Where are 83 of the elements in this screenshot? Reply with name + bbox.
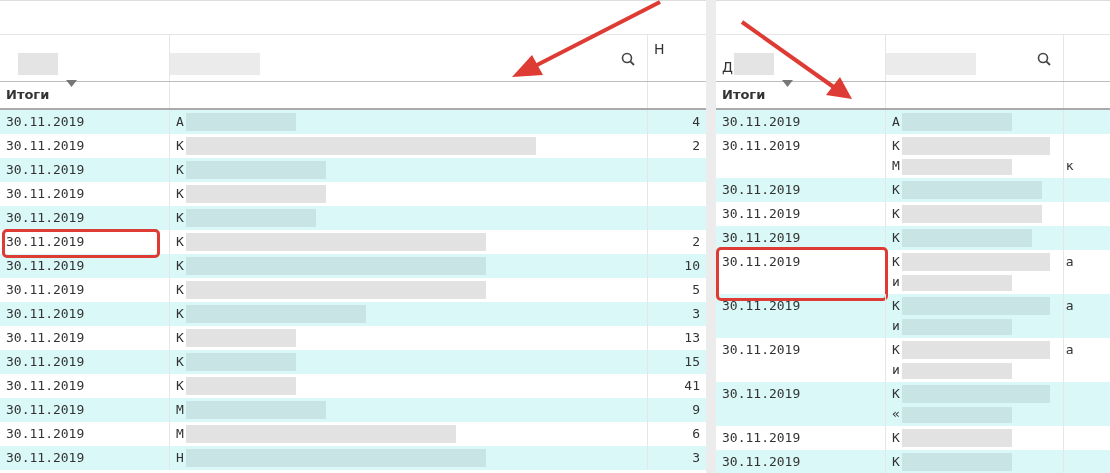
table-cell-text: и: [892, 273, 900, 291]
table-cell-text: к: [1065, 157, 1074, 175]
table-cell-text: К: [892, 341, 900, 359]
table-cell: 3: [692, 306, 700, 321]
table-cell-text: К: [176, 305, 184, 323]
table-cell: 30.11.2019: [722, 206, 801, 221]
table-cell-text: а: [1065, 341, 1074, 359]
table-cell-text: «: [892, 405, 900, 423]
table-cell-text: М: [176, 425, 184, 443]
table-cell: 30.11.2019: [722, 230, 801, 245]
table-cell-text: К: [892, 229, 900, 247]
table-cell-text: К: [892, 205, 900, 223]
table-cell: 30.11.2019: [6, 402, 85, 417]
table-cell-text: К: [176, 377, 184, 395]
sort-arrow-icon[interactable]: [66, 80, 77, 87]
table-cell: 4: [692, 114, 700, 129]
table-cell: 2: [692, 234, 700, 249]
table-cell: 30.11.2019: [6, 114, 85, 129]
table-cell: 30.11.2019: [722, 454, 801, 469]
table-cell: 30.11.2019: [722, 254, 801, 269]
table-cell: 30.11.2019: [6, 162, 85, 177]
table-cell-text: М: [892, 157, 900, 175]
table-cell-text: К: [176, 257, 184, 275]
table-cell: 30.11.2019: [6, 234, 85, 249]
sort-arrow-icon[interactable]: [782, 80, 793, 87]
table-cell-text: К: [176, 137, 184, 155]
table-cell: 5: [692, 282, 700, 297]
table-cell-text: К: [176, 353, 184, 371]
table-cell: 30.11.2019: [6, 210, 85, 225]
table-cell-text: К: [176, 209, 184, 227]
table-cell: 41: [684, 378, 700, 393]
table-cell-text: а: [1065, 297, 1074, 315]
totals-label: Итоги: [722, 86, 766, 105]
table-cell-text: К: [892, 385, 900, 403]
table-cell: 10: [684, 258, 700, 273]
table-cell-text: К: [892, 181, 900, 199]
table-cell-text: А: [892, 113, 900, 131]
table-cell: 13: [684, 330, 700, 345]
table-cell-text: К: [176, 233, 184, 251]
table-cell: 15: [684, 354, 700, 369]
totals-label: Итоги: [6, 86, 50, 105]
redaction-block: [18, 53, 58, 75]
table-cell: 30.11.2019: [722, 342, 801, 357]
table-cell: 30.11.2019: [6, 354, 85, 369]
table-cell-text: М: [176, 401, 184, 419]
table-cell-text: К: [176, 281, 184, 299]
table-cell: 30.11.2019: [722, 298, 801, 313]
table-cell: 30.11.2019: [6, 306, 85, 321]
table-cell-text: и: [892, 361, 900, 379]
search-icon[interactable]: [621, 52, 635, 66]
table-cell: 30.11.2019: [6, 138, 85, 153]
column-header[interactable]: Д: [722, 57, 733, 78]
table-cell: 30.11.2019: [6, 426, 85, 441]
table-cell: 30.11.2019: [6, 186, 85, 201]
table-cell-text: К: [892, 297, 900, 315]
table-cell-text: К: [176, 161, 184, 179]
table-cell: 30.11.2019: [6, 450, 85, 465]
redaction-block: [734, 53, 774, 75]
table-cell: 30.11.2019: [6, 282, 85, 297]
table-cell-text: а: [1065, 253, 1074, 271]
search-icon[interactable]: [1037, 52, 1051, 66]
table-cell: 30.11.2019: [722, 430, 801, 445]
table-cell-text: К: [176, 329, 184, 347]
table-cell-text: К: [892, 429, 900, 447]
table-cell-text: К: [176, 185, 184, 203]
table-cell-text: К: [892, 253, 900, 271]
table-cell-text: и: [892, 317, 900, 335]
table-cell: 30.11.2019: [6, 378, 85, 393]
table-cell: 30.11.2019: [722, 386, 801, 401]
table-cell: 6: [692, 426, 700, 441]
table-cell: 30.11.2019: [722, 182, 801, 197]
table-cell-text: Н: [176, 449, 184, 467]
table-cell-text: К: [892, 453, 900, 471]
table-cell: 30.11.2019: [722, 138, 801, 153]
table-cell: 30.11.2019: [722, 114, 801, 129]
table-cell: 30.11.2019: [6, 258, 85, 273]
table-cell-text: К: [892, 137, 900, 155]
column-header[interactable]: Н: [654, 39, 665, 60]
table-cell: 2: [692, 138, 700, 153]
table-cell-text: А: [176, 113, 184, 131]
table-cell: 9: [692, 402, 700, 417]
table-cell: 3: [692, 450, 700, 465]
table-cell: 30.11.2019: [6, 330, 85, 345]
